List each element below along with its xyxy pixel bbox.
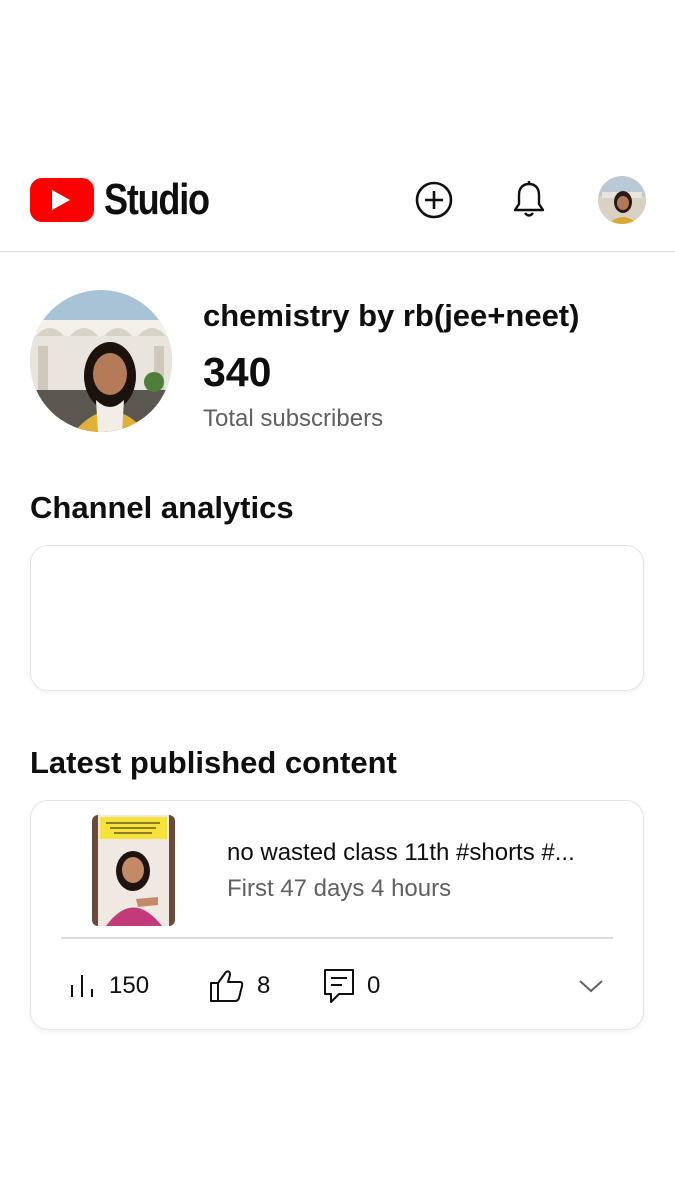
latest-content-card: no wasted class 11th #shorts #... First … xyxy=(30,800,644,1030)
views-stat: 150 xyxy=(69,966,149,1006)
subscriber-label: Total subscribers xyxy=(203,405,384,432)
youtube-studio-logo[interactable]: Studio xyxy=(30,175,232,225)
video-thumbnail-icon xyxy=(92,815,175,926)
channel-photo-icon xyxy=(30,290,172,432)
app-name: Studio xyxy=(104,175,210,224)
channel-analytics-card[interactable] xyxy=(30,545,644,691)
latest-content-heading: Latest published content xyxy=(30,745,397,780)
video-title[interactable]: no wasted class 11th #shorts #... xyxy=(227,839,627,867)
likes-stat: 8 xyxy=(209,966,270,1006)
comments-count: 0 xyxy=(367,972,381,999)
video-meta: First 47 days 4 hours xyxy=(227,875,452,902)
views-count: 150 xyxy=(109,972,150,999)
thumbs-up-icon xyxy=(210,970,244,1002)
comment-icon xyxy=(324,969,354,1003)
bar-chart-icon xyxy=(71,975,93,997)
expand-button[interactable] xyxy=(575,971,607,1001)
app-header: Studio xyxy=(0,150,675,252)
comments-stat: 0 xyxy=(323,966,380,1006)
profile-photo-icon xyxy=(598,176,646,224)
channel-name: chemistry by rb(jee+neet) xyxy=(203,298,580,333)
channel-avatar[interactable] xyxy=(30,290,172,432)
divider xyxy=(61,937,613,939)
notifications-button[interactable] xyxy=(507,178,551,222)
chevron-down-icon xyxy=(579,980,603,993)
bell-icon xyxy=(513,181,545,217)
channel-analytics-heading: Channel analytics xyxy=(30,490,294,525)
subscriber-count: 340 xyxy=(203,349,272,395)
likes-count: 8 xyxy=(257,972,271,999)
video-thumbnail[interactable] xyxy=(92,815,175,926)
create-button[interactable] xyxy=(412,178,456,222)
youtube-play-icon xyxy=(30,178,94,222)
account-avatar[interactable] xyxy=(598,176,646,224)
plus-circle-icon xyxy=(415,181,453,219)
